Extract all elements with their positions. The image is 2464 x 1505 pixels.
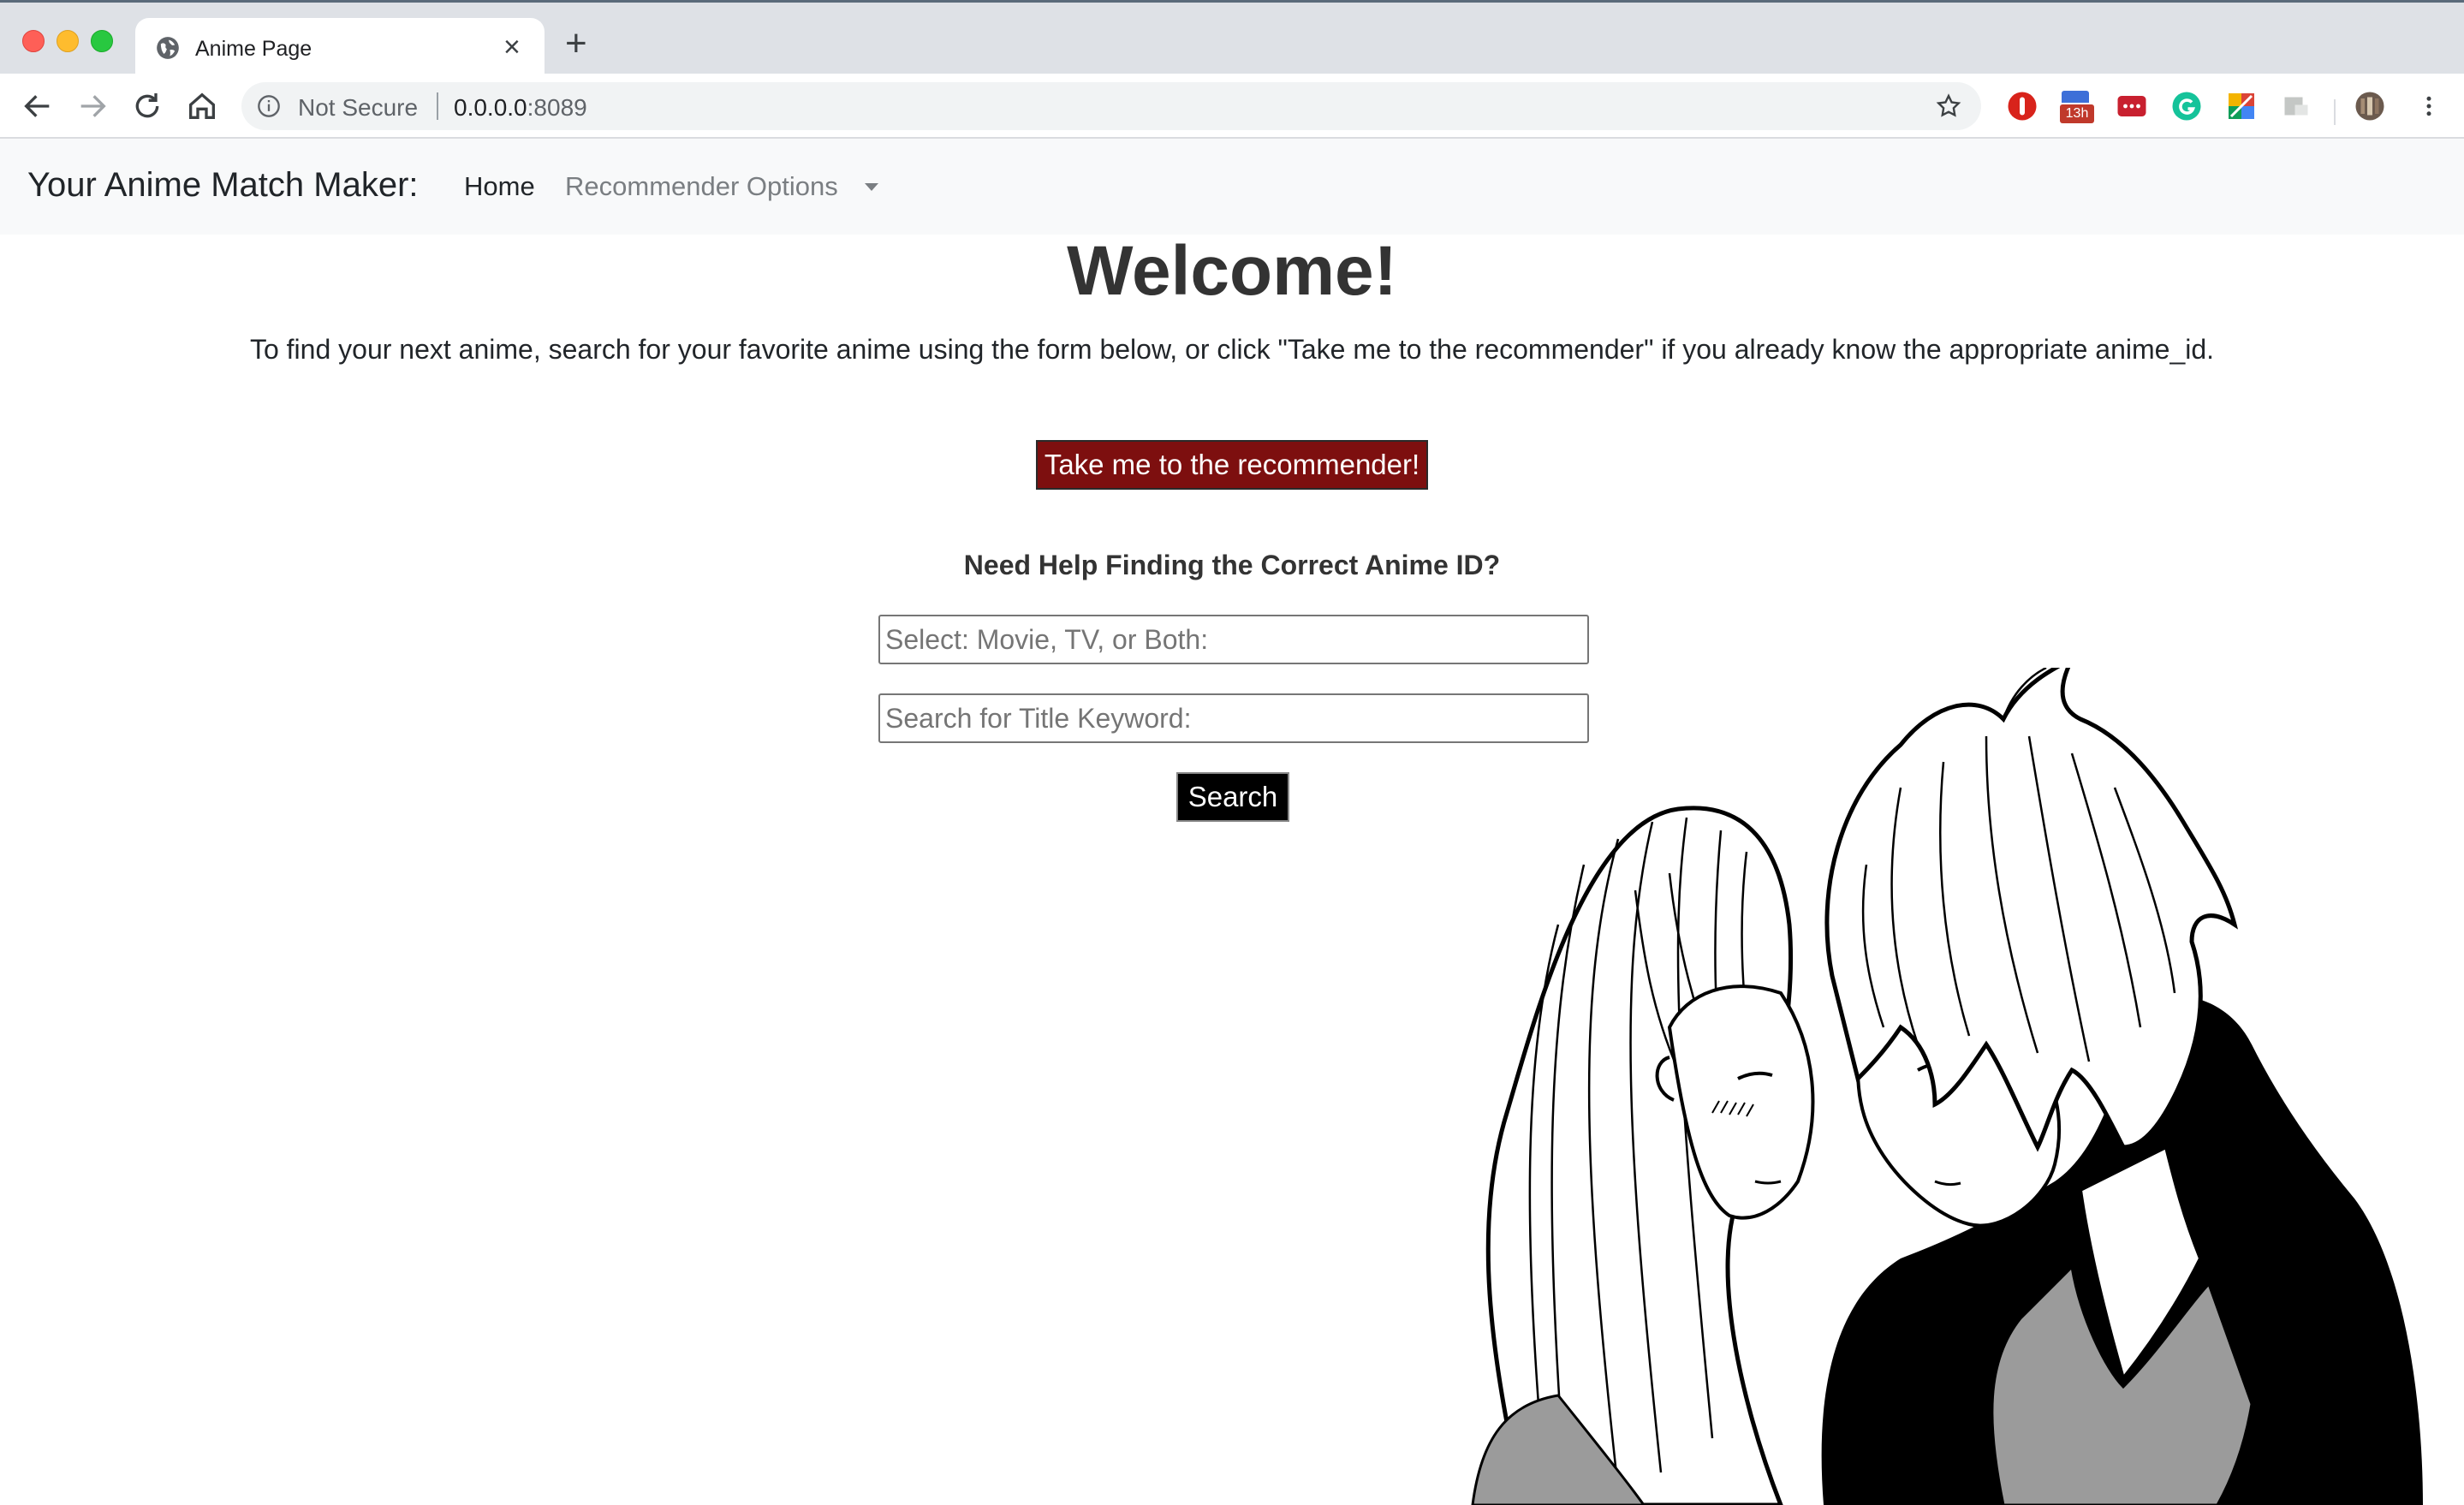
security-status[interactable]: Not Secure xyxy=(298,94,418,122)
new-tab-button[interactable]: + xyxy=(565,25,587,62)
globe-icon xyxy=(157,37,179,59)
site-brand[interactable]: Your Anime Match Maker: xyxy=(27,166,419,205)
toolbar-separator xyxy=(2334,99,2336,125)
minimize-window-button[interactable] xyxy=(57,30,79,52)
browser-tab-active[interactable]: Anime Page × xyxy=(135,18,545,76)
forward-arrow-icon[interactable] xyxy=(75,89,110,123)
home-icon[interactable] xyxy=(185,89,219,123)
search-button[interactable]: Search xyxy=(1176,772,1289,822)
page-title: Welcome! xyxy=(1067,232,1397,310)
profile-avatar[interactable] xyxy=(2354,91,2385,122)
help-heading: Need Help Finding the Correct Anime ID? xyxy=(963,550,1501,580)
zoom-window-button[interactable] xyxy=(91,30,113,52)
tab-close-icon[interactable]: × xyxy=(503,30,521,64)
grammarly-extension-icon[interactable] xyxy=(2171,91,2202,122)
info-icon[interactable] xyxy=(257,94,281,118)
anime-couple-illustration xyxy=(1471,668,2423,1505)
nav-item-recommender-options[interactable]: Recommender Options xyxy=(565,171,838,202)
lastpass-extension-icon[interactable] xyxy=(2116,91,2147,122)
intro-text: To find your next anime, search for your… xyxy=(249,334,2215,365)
kebab-menu-icon[interactable] xyxy=(2416,91,2442,122)
bookmark-star-icon[interactable] xyxy=(1935,92,1962,120)
browser-toolbar: Not Secure 0.0.0.0:8089 13h xyxy=(0,74,2464,139)
back-arrow-icon[interactable] xyxy=(21,89,55,123)
browser-tab-strip: Anime Page × + xyxy=(0,0,2464,76)
site-navbar: Your Anime Match Maker: Home Recommender… xyxy=(0,139,2464,235)
reload-icon[interactable] xyxy=(130,89,164,123)
puzzle-extension-icon[interactable] xyxy=(2281,91,2312,122)
color-picker-extension-icon[interactable] xyxy=(2226,91,2257,122)
url-host: 0.0.0.0 xyxy=(454,94,527,121)
tab-title: Anime Page xyxy=(195,37,312,61)
address-separator xyxy=(437,92,438,120)
take-me-to-recommender-button[interactable]: Take me to the recommender! xyxy=(1036,440,1428,490)
adblock-extension-icon[interactable] xyxy=(2007,91,2038,122)
dropdown-caret-icon[interactable] xyxy=(865,183,878,191)
url-port: :8089 xyxy=(527,94,587,121)
calendar-extension-icon[interactable]: 13h xyxy=(2060,91,2094,123)
nav-item-home[interactable]: Home xyxy=(464,171,535,202)
url-text[interactable]: 0.0.0.0:8089 xyxy=(454,94,587,122)
media-type-input[interactable] xyxy=(878,615,1589,664)
extension-badge: 13h xyxy=(2060,104,2094,123)
close-window-button[interactable] xyxy=(22,30,45,52)
address-bar[interactable]: Not Secure 0.0.0.0:8089 xyxy=(241,82,1981,130)
